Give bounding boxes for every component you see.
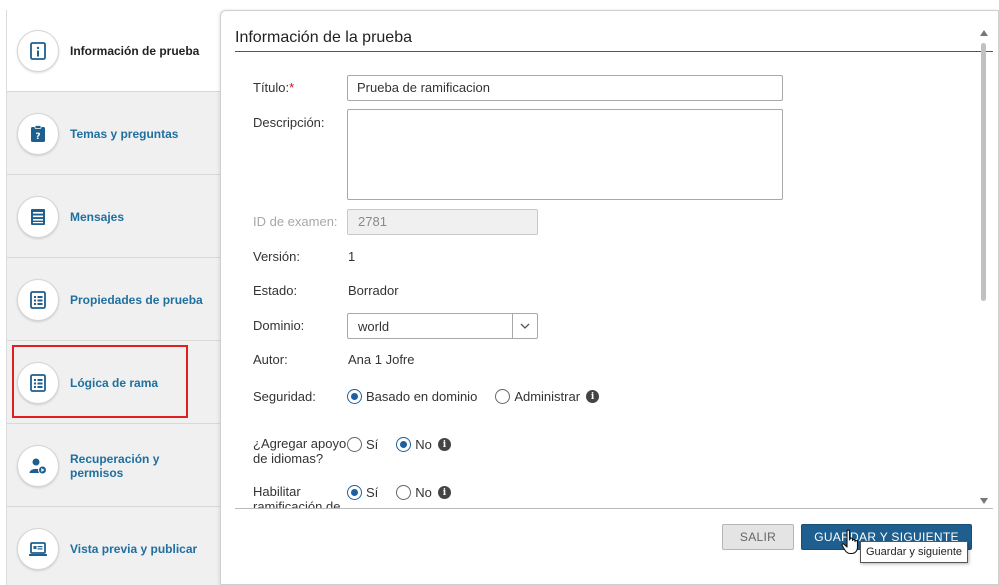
exit-button[interactable]: SALIR [722, 524, 794, 550]
required-asterisk: * [289, 80, 295, 95]
info-icon[interactable]: i [437, 438, 451, 451]
language-option-no[interactable]: No [396, 437, 432, 452]
nav-item-propiedades-de-prueba[interactable]: Propiedades de prueba [7, 259, 221, 341]
security-radio-group: Basado en dominio Administrar i [347, 389, 600, 404]
branching-option-yes[interactable]: Sí [347, 485, 378, 500]
status-label: Estado: [253, 283, 298, 298]
security-option-label: Administrar [514, 389, 581, 404]
vertical-scrollbar[interactable] [978, 28, 992, 506]
radio-checked-icon[interactable] [396, 437, 412, 452]
info-icon[interactable]: i [437, 486, 451, 499]
nav-item-label: Propiedades de prueba [70, 292, 203, 307]
nav-item-label: Información de prueba [70, 43, 200, 58]
security-option-label: Basado en dominio [366, 389, 478, 404]
scroll-down-arrow-icon[interactable] [980, 498, 988, 504]
description-textarea[interactable] [347, 109, 783, 200]
security-option-domain[interactable]: Basado en dominio [347, 389, 477, 404]
domain-select[interactable]: world [347, 313, 538, 339]
nav-item-vista-previa-y-publicar[interactable]: Vista previa y publicar [7, 508, 221, 585]
branch-logic-document-icon [17, 361, 59, 404]
info-icon[interactable]: i [586, 390, 600, 403]
exam-id-field: 2781 [347, 209, 538, 235]
language-support-label: ¿Agregar apoyo de idiomas? [253, 436, 347, 466]
title-input[interactable]: Prueba de ramificacion [347, 75, 783, 101]
branching-radio-group: Sí No i [347, 485, 451, 500]
test-info-panel: Información de la prueba Título:* Prueba… [220, 10, 999, 585]
nav-item-label: Mensajes [70, 209, 125, 224]
footer-divider [235, 508, 993, 509]
title-label: Título:* [253, 80, 294, 95]
question-clipboard-icon: ? [17, 112, 59, 155]
nav-item-label: Vista previa y publicar [70, 542, 198, 556]
language-option-label: Sí [366, 437, 379, 452]
branching-option-no[interactable]: No [396, 485, 432, 500]
nav-item-mensajes[interactable]: Mensajes [7, 176, 221, 258]
message-list-icon [17, 195, 59, 238]
security-label: Seguridad: [253, 389, 316, 404]
radio-unchecked-icon[interactable] [347, 437, 362, 452]
title-label-text: Título: [253, 80, 290, 95]
nav-item-temas-y-preguntas[interactable]: ? Temas y preguntas [7, 93, 221, 175]
language-option-label: No [415, 437, 432, 452]
chevron-down-icon[interactable] [512, 314, 537, 338]
scroll-up-arrow-icon[interactable] [980, 30, 988, 36]
nav-item-informacion-de-prueba[interactable]: Información de prueba [7, 10, 221, 92]
nav-item-label: Recuperación y permisos [70, 451, 160, 480]
info-document-icon [17, 29, 59, 72]
nav-item-label: Lógica de rama [70, 375, 159, 390]
branching-option-label: No [415, 485, 432, 500]
svg-text:?: ? [35, 132, 40, 142]
description-label: Descripción: [253, 115, 325, 130]
language-radio-group: Sí No i [347, 437, 451, 452]
domain-select-value: world [358, 319, 390, 334]
version-label: Versión: [253, 249, 300, 264]
save-tooltip: Guardar y siguiente [860, 541, 968, 563]
nav-item-logica-de-rama[interactable]: Lógica de rama [7, 342, 221, 424]
branching-option-label: Sí [366, 485, 379, 500]
preview-laptop-icon [17, 528, 59, 570]
panel-title: Información de la prueba [235, 29, 412, 46]
language-option-yes[interactable]: Sí [347, 437, 378, 452]
status-value: Borrador [348, 283, 399, 298]
radio-checked-icon[interactable] [347, 485, 362, 500]
enable-branching-label: Habilitar ramificación de [253, 484, 341, 508]
title-divider [235, 51, 993, 52]
security-option-admin[interactable]: Administrar [495, 389, 580, 404]
nav-item-recuperacion-y-permisos[interactable]: Recuperación y permisos [7, 425, 221, 507]
author-value: Ana 1 Jofre [348, 352, 415, 367]
radio-checked-icon[interactable] [347, 389, 362, 404]
user-permissions-icon [17, 444, 59, 487]
radio-unchecked-icon[interactable] [396, 485, 412, 500]
domain-label: Dominio: [253, 318, 305, 333]
properties-document-icon [17, 278, 59, 321]
author-label: Autor: [253, 352, 288, 367]
version-value: 1 [348, 249, 356, 264]
step-sidebar: Información de prueba ? Temas y pregunta… [6, 10, 221, 585]
exam-id-label: ID de examen: [253, 214, 338, 229]
scroll-thumb[interactable] [981, 43, 986, 301]
radio-unchecked-icon[interactable] [495, 389, 511, 404]
nav-item-label: Temas y preguntas [70, 126, 179, 141]
